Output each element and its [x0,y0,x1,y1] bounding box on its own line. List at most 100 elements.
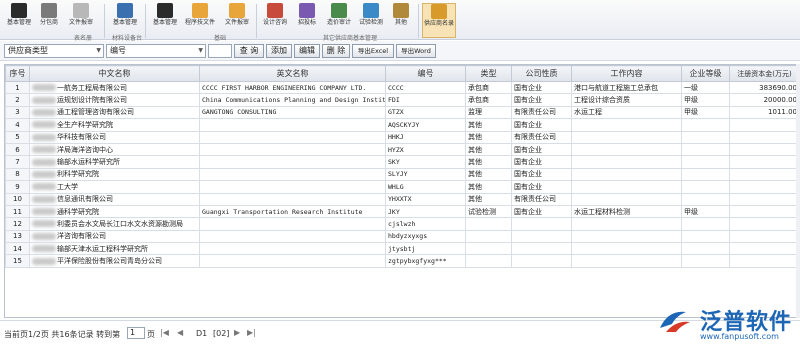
search-input[interactable] [208,44,232,58]
cell-code: jtysbtj [385,242,466,256]
next-page-icon[interactable]: ▶ [234,328,240,337]
table-row[interactable]: 15 平洋保险股份有限公司青岛分公司 zgtpybxgfyxg*** [5,254,799,268]
ribbon-button-file-review[interactable]: 文件报审 [66,3,96,33]
column-header-cn-name[interactable]: 中文名称 [29,65,200,82]
redacted-mark [32,170,56,178]
ribbon-button-bidding[interactable]: 招投标 [292,3,322,33]
cell-cn-name: 输部水运科学研究所 [29,155,200,169]
column-header-work[interactable]: 工作内容 [571,65,682,82]
ribbon-button-other[interactable]: 其他 [386,3,416,33]
table-row[interactable]: 14 输部天津水运工程科学研究所 jtysbtj [5,242,799,256]
page-number[interactable]: D1 [196,329,207,338]
cell-en-name [199,180,386,194]
table-row[interactable]: 7 输部水运科学研究所 SKY 其他 国有企业 [5,155,799,169]
redacted-mark [32,183,56,191]
cell-type [465,242,512,256]
cell-code: YHXXTX [385,192,466,206]
cell-nature: 国有企业 [511,180,572,194]
ribbon-button-file-review-2[interactable]: 文件报审 [222,3,252,33]
column-header-code[interactable]: 编号 [385,65,466,82]
cell-en-name [199,167,386,182]
column-header-en-name[interactable]: 英文名称 [199,65,386,82]
column-header-index[interactable]: 序号 [5,65,30,82]
cell-type: 试验检测 [465,204,512,219]
query-button[interactable]: 查 询 [234,44,264,58]
table-row[interactable]: 9 工大学 WHLG 其他 国有企业 [5,180,799,194]
cell-index: 12 [5,217,30,231]
column-header-grade[interactable]: 企业等级 [681,65,730,82]
ribbon-toolbar: 基本管理 分包商 文件报审 基本管理 基本管理 程序技文件 文件报审 设计咨询 … [0,0,800,42]
edit-button[interactable]: 编辑 [294,44,320,58]
cn-name-text: 利委员会水文局长江口水文水资源勘测局 [57,219,183,228]
cell-work [571,254,682,268]
page-total[interactable]: [02] [213,329,229,338]
ribbon-button-design-consult[interactable]: 设计咨询 [260,3,290,33]
ribbon-button-test-inspection[interactable]: 试验检测 [356,3,386,33]
table-row[interactable]: 6 洋局海洋咨询中心 HYZX 其他 国有企业 [5,142,799,157]
cell-work: 水运工程材料检测 [571,204,682,219]
add-button[interactable]: 添加 [266,44,292,58]
table-row[interactable]: 1 一航务工程局有限公司 CCCC FIRST HARBOR ENGINEERING… [5,80,799,95]
column-header-type[interactable]: 类型 [465,65,512,82]
cn-name-text: 输部天津水运工程科学研究所 [57,244,148,253]
brand-logo: 泛普软件 www.fanpusoft.com [654,304,794,344]
table-row[interactable]: 5 华科技有限公司 HHKJ 其他 有限责任公司 [5,130,799,144]
cell-grade [681,242,730,256]
cell-code: SLYJY [385,167,466,182]
cell-code: FDI [385,93,466,107]
table-row[interactable]: 11 通科学研究院 Guangxi Transportation Research … [5,204,799,219]
ribbon-button-basic-1[interactable]: 基本管理 [4,3,34,33]
delete-button[interactable]: 删 除 [322,44,350,58]
supplier-table: 序号 中文名称 英文名称 编号 类型 公司性质 工作内容 企业等级 注册资本金(… [4,64,800,318]
cell-code: JKY [385,204,466,219]
ribbon-button-basic-2[interactable]: 基本管理 [110,3,140,33]
ribbon-button-subcontractor[interactable]: 分包商 [34,3,64,33]
cell-index: 14 [5,242,30,256]
table-row[interactable]: 13 洋咨询有限公司 hbdyzxyxgs [5,229,799,244]
cell-capital [729,217,799,231]
first-page-icon[interactable]: |◀ [160,328,169,337]
column-header-nature[interactable]: 公司性质 [511,65,572,82]
cell-type: 其他 [465,192,512,206]
folder-icon [192,3,208,18]
redacted-mark [32,220,56,228]
redacted-mark [32,158,56,166]
cell-work [571,180,682,194]
cell-nature [511,242,572,256]
cell-type: 其他 [465,167,512,182]
cn-name-text: 洋局海洋咨询中心 [57,145,113,154]
export-excel-button[interactable]: 导出Excel [352,44,394,58]
cell-type: 其他 [465,130,512,144]
redacted-mark [32,257,56,265]
ribbon-button-cost-audit[interactable]: 造价审计 [324,3,354,33]
table-row[interactable]: 10 信息通讯有限公司 YHXXTX 其他 有限责任公司 [5,192,799,206]
table-row[interactable]: 12 利委员会水文局长江口水文水资源勘测局 cjslwzh [5,217,799,231]
table-row[interactable]: 2 运规划设计院有限公司 China Communications Planning… [5,93,799,107]
screen-icon [117,3,133,18]
table-row[interactable]: 4 全生产科学研究院 AQSCKYJY 其他 国有企业 [5,118,799,132]
cell-code: WHLG [385,180,466,194]
supplier-type-select[interactable]: 供应商类型 ▼ [4,44,104,58]
export-word-button[interactable]: 导出Word [396,44,436,58]
cell-capital [729,254,799,268]
cell-index: 10 [5,192,30,206]
cn-name-text: 平洋保险股份有限公司青岛分公司 [57,257,162,266]
vertical-scrollbar[interactable] [796,64,800,318]
cell-nature: 国有企业 [511,155,572,169]
page-jump-input[interactable]: 1 [127,327,145,339]
table-row[interactable]: 3 通工程管理咨询有限公司 GANGTONG CONSULTING GTZX 监理 有限责… [5,105,799,120]
last-page-icon[interactable]: ▶| [247,328,256,337]
column-header-capital[interactable]: 注册资本金(万元) [729,65,799,82]
cell-grade: 甲级 [681,105,730,120]
ribbon-button-procedure-file[interactable]: 程序技文件 [185,3,215,33]
field-select[interactable]: 编号 ▼ [106,44,206,58]
cn-name-text: 运规划设计院有限公司 [57,96,127,105]
cell-type: 其他 [465,118,512,132]
cell-code: GTZX [385,105,466,120]
cell-grade [681,130,730,144]
ribbon-button-basic-3[interactable]: 基本管理 [150,3,180,33]
table-row[interactable]: 8 利科学研究院 SLYJY 其他 国有企业 [5,167,799,182]
cell-en-name: CCCC FIRST HARBOR ENGINEERING COMPANY LT… [199,80,386,95]
prev-page-icon[interactable]: ◀ [177,328,183,337]
ribbon-button-supplier-directory[interactable]: 供应商名录 [422,3,456,38]
